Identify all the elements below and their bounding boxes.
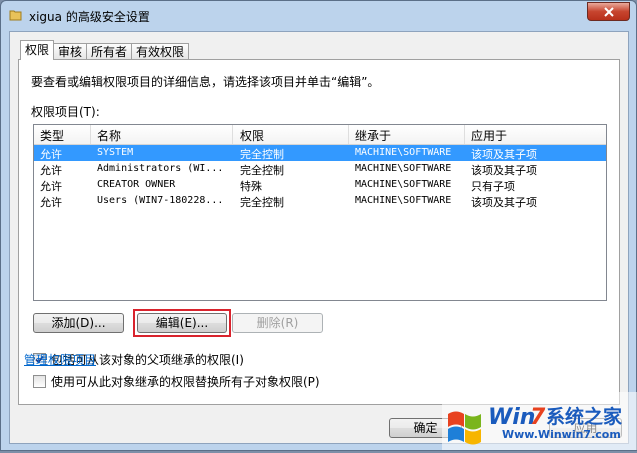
row-applies-to: 只有子项 — [471, 180, 515, 193]
manage-permission-entries-link[interactable]: 管理权限项目 — [24, 351, 96, 368]
list-header: 类型 名称 权限 继承于 应用于 — [34, 125, 606, 145]
row-name: CREATOR OWNER — [97, 179, 176, 190]
row-permission: 完全控制 — [240, 196, 284, 209]
permission-row[interactable]: 允许 Users (WIN7-180228... 完全控制 MACHINE\SO… — [34, 193, 606, 209]
replace-child-checkbox[interactable] — [33, 375, 46, 388]
add-button[interactable]: 添加(D)... — [33, 313, 124, 333]
row-inherited-from: MACHINE\SOFTWARE — [355, 195, 452, 206]
watermark-brand: 系统之家 — [546, 406, 623, 428]
row-applies-to: 该项及其子项 — [471, 196, 537, 209]
column-permission[interactable]: 权限 — [240, 127, 264, 144]
panel-description: 要查看或编辑权限项目的详细信息，请选择该项目并单击“编辑”。 — [31, 75, 380, 89]
replace-child-label: 使用可从此对象继承的权限替换所有子对象权限(P) — [51, 375, 320, 389]
close-icon — [603, 6, 614, 17]
site-watermark: Win 7 系统之家 Www.Winwin7.com — [442, 392, 637, 450]
column-separator[interactable] — [464, 125, 465, 144]
replace-child-row[interactable]: 使用可从此对象继承的权限替换所有子对象权限(P) — [33, 373, 320, 390]
row-inherited-from: MACHINE\SOFTWARE — [355, 179, 452, 190]
permission-entries-list[interactable]: 类型 名称 权限 继承于 应用于 允许 SYSTEM 完全控制 MACHINE\… — [33, 124, 607, 301]
row-inherited-from: MACHINE\SOFTWARE — [355, 163, 452, 174]
permissions-panel: 要查看或编辑权限项目的详细信息，请选择该项目并单击“编辑”。 权限项目(T): … — [18, 59, 620, 405]
row-name: Administrators (WI... — [97, 163, 224, 174]
close-button[interactable] — [587, 2, 630, 21]
svg-text:7: 7 — [530, 405, 546, 430]
column-name[interactable]: 名称 — [97, 127, 121, 144]
title-bar[interactable]: xigua 的高级安全设置 — [1, 1, 636, 31]
window-title: xigua 的高级安全设置 — [29, 10, 150, 24]
tab-strip: 权限 审核 所有者 有效权限 — [20, 40, 190, 60]
tab-owner[interactable]: 所有者 — [86, 43, 133, 60]
row-applies-to: 该项及其子项 — [471, 164, 537, 177]
permission-row[interactable]: 允许 SYSTEM 完全控制 MACHINE\SOFTWARE 该项及其子项 — [34, 145, 606, 161]
edit-button[interactable]: 编辑(E)... — [137, 313, 227, 333]
permission-row[interactable]: 允许 CREATOR OWNER 特殊 MACHINE\SOFTWARE 只有子… — [34, 177, 606, 193]
column-applies-to[interactable]: 应用于 — [471, 127, 507, 144]
row-permission: 完全控制 — [240, 164, 284, 177]
tab-auditing[interactable]: 审核 — [53, 43, 88, 60]
watermark-url: Www.Winwin7.com — [502, 428, 621, 441]
permission-row[interactable]: 允许 Administrators (WI... 完全控制 MACHINE\SO… — [34, 161, 606, 177]
row-type: 允许 — [40, 164, 62, 177]
svg-text:Win: Win — [488, 405, 535, 430]
column-type[interactable]: 类型 — [40, 127, 64, 144]
row-inherited-from: MACHINE\SOFTWARE — [355, 147, 452, 158]
row-type: 允许 — [40, 196, 62, 209]
column-separator[interactable] — [232, 125, 233, 144]
row-name: SYSTEM — [97, 147, 134, 158]
column-separator[interactable] — [348, 125, 349, 144]
tab-effective-permissions[interactable]: 有效权限 — [131, 43, 190, 60]
remove-button[interactable]: 删除(R) — [232, 313, 323, 333]
row-type: 允许 — [40, 180, 62, 193]
permission-entries-label: 权限项目(T): — [31, 105, 100, 119]
tab-permissions[interactable]: 权限 — [20, 40, 55, 60]
column-separator[interactable] — [90, 125, 91, 144]
folder-icon — [9, 10, 22, 21]
column-inherited-from[interactable]: 继承于 — [355, 127, 391, 144]
row-permission: 特殊 — [240, 180, 262, 193]
row-type: 允许 — [40, 148, 62, 161]
dialog-client: 权限 审核 所有者 有效权限 要查看或编辑权限项目的详细信息，请选择该项目并单击… — [9, 31, 629, 444]
row-permission: 完全控制 — [240, 148, 284, 161]
row-name: Users (WIN7-180228... — [97, 195, 224, 206]
row-applies-to: 该项及其子项 — [471, 148, 537, 161]
advanced-security-window: xigua 的高级安全设置 权限 审核 所有者 有效权限 要查看或编辑权限项目的… — [0, 0, 637, 451]
